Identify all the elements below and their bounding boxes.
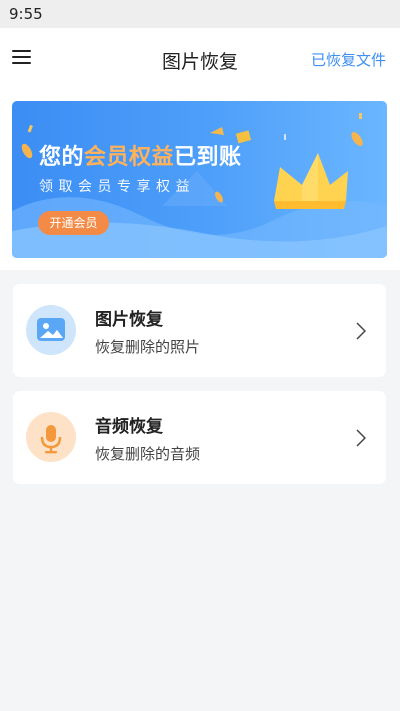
card-subtitle: 恢复删除的照片 bbox=[95, 338, 201, 356]
audio-recovery-card[interactable]: 音频恢复 恢复删除的音频 bbox=[13, 391, 386, 484]
banner-title-highlight: 会员权益 bbox=[84, 145, 175, 170]
card-subtitle: 恢复删除的音频 bbox=[95, 445, 201, 463]
crown-icon bbox=[274, 153, 348, 209]
card-title: 音频恢复 bbox=[95, 417, 163, 437]
banner-title-prefix: 您的 bbox=[39, 145, 85, 170]
image-icon bbox=[26, 305, 76, 355]
status-time: 9:55 bbox=[9, 5, 43, 23]
chevron-right-icon bbox=[356, 322, 366, 340]
banner-title-suffix: 已到账 bbox=[174, 145, 242, 170]
open-membership-button[interactable]: 开通会员 bbox=[38, 211, 109, 235]
membership-banner[interactable]: 您的会员权益已到账 领取会员专享权益 开通会员 bbox=[12, 101, 387, 258]
banner-subtitle: 领取会员专享权益 bbox=[39, 179, 195, 195]
card-title: 图片恢复 bbox=[95, 310, 163, 330]
banner-title: 您的会员权益已到账 bbox=[39, 139, 242, 171]
status-bar: 9:55 bbox=[0, 0, 400, 28]
hamburger-menu-icon[interactable] bbox=[12, 48, 32, 66]
recovered-files-link[interactable]: 已恢复文件 bbox=[311, 49, 386, 70]
chevron-right-icon bbox=[356, 429, 366, 447]
photo-recovery-card[interactable]: 图片恢复 恢复删除的照片 bbox=[13, 284, 386, 377]
microphone-icon bbox=[26, 412, 76, 462]
